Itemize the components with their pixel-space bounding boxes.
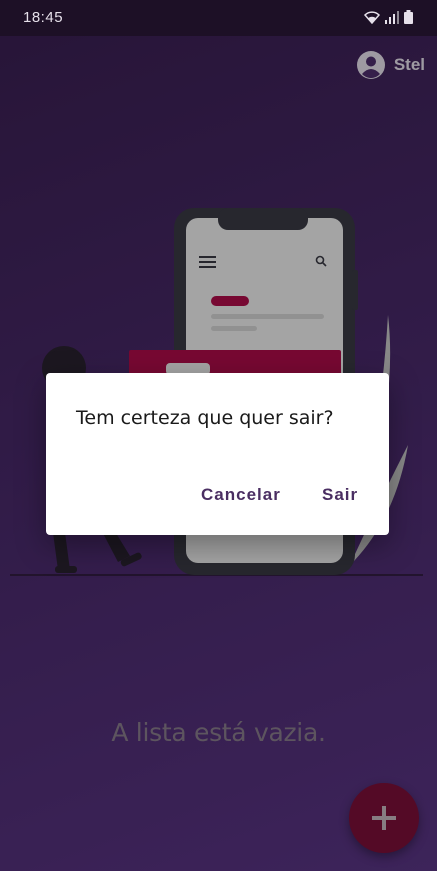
confirm-logout-button[interactable]: Sair xyxy=(322,485,358,505)
logout-confirm-dialog: Tem certeza que quer sair? Cancelar Sair xyxy=(46,373,389,535)
status-bar: 18:45 xyxy=(0,0,437,36)
cancel-button[interactable]: Cancelar xyxy=(201,485,281,505)
dialog-message: Tem certeza que quer sair? xyxy=(76,407,334,429)
status-time: 18:45 xyxy=(23,9,64,26)
signal-icon xyxy=(385,11,399,24)
status-icons xyxy=(364,10,413,24)
wifi-icon xyxy=(364,11,380,24)
battery-icon xyxy=(404,10,413,24)
app-screen: 18:45 Stel A lista está vazia. Tem certe… xyxy=(0,0,437,871)
